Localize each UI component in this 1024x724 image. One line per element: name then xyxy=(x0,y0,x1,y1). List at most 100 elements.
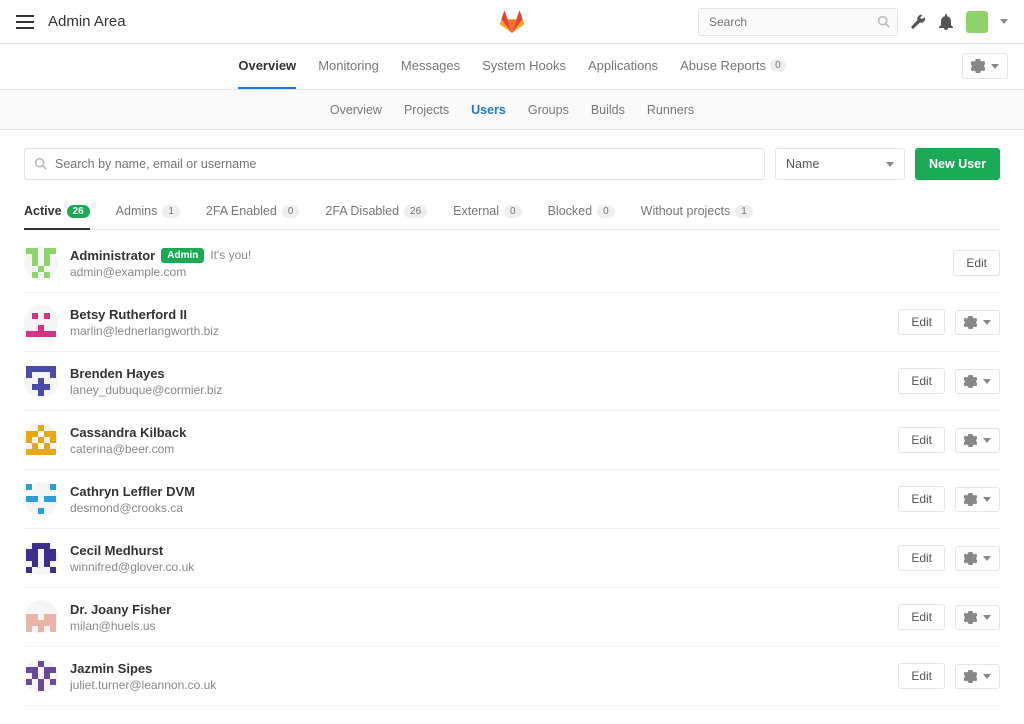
filter-blocked[interactable]: Blocked0 xyxy=(548,194,615,230)
chevron-down-icon xyxy=(983,438,991,443)
user-email: desmond@crooks.ca xyxy=(70,501,898,515)
user-avatar-icon xyxy=(24,541,58,575)
edit-button[interactable]: Edit xyxy=(898,309,945,335)
edit-button[interactable]: Edit xyxy=(953,250,1000,276)
edit-button[interactable]: Edit xyxy=(898,604,945,630)
user-name[interactable]: Cassandra Kilback xyxy=(70,425,898,440)
user-avatar-icon xyxy=(24,659,58,693)
gear-icon xyxy=(964,316,977,329)
user-row: Jazmin Sipesjuliet.turner@leannon.co.ukE… xyxy=(24,647,1000,706)
filter-2fa-enabled[interactable]: 2FA Enabled0 xyxy=(206,194,299,230)
topbar: Admin Area xyxy=(0,0,1024,44)
edit-button[interactable]: Edit xyxy=(898,486,945,512)
chevron-down-icon xyxy=(983,615,991,620)
primary-nav: Overview Monitoring Messages System Hooks Ap… xyxy=(0,44,1024,90)
edit-button[interactable]: Edit xyxy=(898,427,945,453)
user-avatar-icon xyxy=(24,246,58,280)
chevron-down-icon xyxy=(983,556,991,561)
search-icon xyxy=(34,157,47,170)
filter-external[interactable]: External0 xyxy=(453,194,521,230)
user-row: AdministratorAdminIt's you!admin@example… xyxy=(24,234,1000,293)
chevron-down-icon xyxy=(983,379,991,384)
subtab-runners[interactable]: Runners xyxy=(647,103,694,117)
filter-without-projects[interactable]: Without projects1 xyxy=(641,194,753,230)
user-row: Cathryn Leffler DVM desmond@crooks.caEdit xyxy=(24,470,1000,529)
user-actions-dropdown[interactable] xyxy=(955,369,1000,394)
subtab-users[interactable]: Users xyxy=(471,103,506,117)
filter-2fa-disabled[interactable]: 2FA Disabled26 xyxy=(325,194,427,230)
user-actions-dropdown[interactable] xyxy=(955,428,1000,453)
chevron-down-icon xyxy=(983,320,991,325)
chevron-down-icon xyxy=(991,64,999,69)
user-email: milan@huels.us xyxy=(70,619,898,633)
edit-button[interactable]: Edit xyxy=(898,368,945,394)
chevron-down-icon xyxy=(983,674,991,679)
tab-abuse-reports[interactable]: Abuse Reports0 xyxy=(680,44,786,89)
user-name[interactable]: Jazmin Sipes xyxy=(70,661,898,676)
sort-label: Name xyxy=(786,157,819,171)
edit-button[interactable]: Edit xyxy=(898,545,945,571)
tab-monitoring[interactable]: Monitoring xyxy=(318,44,379,89)
user-search[interactable] xyxy=(24,148,765,180)
page-title: Admin Area xyxy=(48,13,126,30)
edit-button[interactable]: Edit xyxy=(898,663,945,689)
bell-icon[interactable] xyxy=(938,14,954,30)
primary-tabs: Overview Monitoring Messages System Hooks Ap… xyxy=(238,44,785,89)
user-actions-dropdown[interactable] xyxy=(955,310,1000,335)
subtab-builds[interactable]: Builds xyxy=(591,103,625,117)
tab-overview[interactable]: Overview xyxy=(238,44,296,89)
tab-messages[interactable]: Messages xyxy=(401,44,460,89)
global-search[interactable] xyxy=(698,8,898,36)
user-name[interactable]: AdministratorAdminIt's you! xyxy=(70,248,953,263)
subtab-groups[interactable]: Groups xyxy=(528,103,569,117)
gear-icon xyxy=(964,375,977,388)
user-list: AdministratorAdminIt's you!admin@example… xyxy=(24,234,1000,706)
user-name[interactable]: Betsy Rutherford II xyxy=(70,307,898,322)
wrench-icon[interactable] xyxy=(910,14,926,30)
gitlab-logo[interactable] xyxy=(500,10,524,34)
user-name[interactable]: Dr. Joany Fisher xyxy=(70,602,898,617)
user-actions-dropdown[interactable] xyxy=(955,487,1000,512)
new-user-button[interactable]: New User xyxy=(915,148,1000,180)
user-name[interactable]: Cecil Medhurst xyxy=(70,543,898,558)
user-name[interactable]: Cathryn Leffler DVM xyxy=(70,484,898,499)
user-email: admin@example.com xyxy=(70,265,953,279)
user-row: Cassandra Kilback caterina@beer.comEdit xyxy=(24,411,1000,470)
user-row: Dr. Joany Fisher milan@huels.usEdit xyxy=(24,588,1000,647)
chevron-down-icon xyxy=(1000,19,1008,24)
user-actions-dropdown[interactable] xyxy=(955,546,1000,571)
user-email: winnifred@glover.co.uk xyxy=(70,560,898,574)
tab-applications[interactable]: Applications xyxy=(588,44,658,89)
sort-dropdown[interactable]: Name xyxy=(775,148,905,180)
settings-dropdown[interactable] xyxy=(962,53,1008,79)
filter-active[interactable]: Active26 xyxy=(24,194,90,230)
search-icon xyxy=(877,15,890,28)
chevron-down-icon xyxy=(886,162,894,167)
user-email: caterina@beer.com xyxy=(70,442,898,456)
user-name[interactable]: Brenden Hayes xyxy=(70,366,898,381)
user-row: Betsy Rutherford IImarlin@lednerlangwort… xyxy=(24,293,1000,352)
user-email: laney_dubuque@cormier.biz xyxy=(70,383,898,397)
gear-icon xyxy=(964,493,977,506)
subtab-overview[interactable]: Overview xyxy=(330,103,382,117)
filter-admins[interactable]: Admins1 xyxy=(116,194,180,230)
gear-icon xyxy=(964,611,977,624)
search-input[interactable] xyxy=(698,8,898,36)
gear-icon xyxy=(964,670,977,683)
user-actions-dropdown[interactable] xyxy=(955,605,1000,630)
filter-tabs: Active26 Admins1 2FA Enabled0 2FA Disabled2… xyxy=(24,194,1000,230)
user-avatar-icon xyxy=(24,482,58,516)
subtab-projects[interactable]: Projects xyxy=(404,103,449,117)
tab-system-hooks[interactable]: System Hooks xyxy=(482,44,566,89)
admin-badge: Admin xyxy=(161,248,204,263)
gear-icon xyxy=(964,552,977,565)
user-avatar[interactable] xyxy=(966,11,988,33)
menu-icon[interactable] xyxy=(16,15,34,29)
its-you-label: It's you! xyxy=(210,248,251,262)
user-row: Cecil Medhurst winnifred@glover.co.ukEdit xyxy=(24,529,1000,588)
user-actions-dropdown[interactable] xyxy=(955,664,1000,689)
user-avatar-icon xyxy=(24,305,58,339)
user-row: Brenden Hayes laney_dubuque@cormier.bizEd… xyxy=(24,352,1000,411)
user-search-input[interactable] xyxy=(24,148,765,180)
gear-icon xyxy=(971,59,985,73)
